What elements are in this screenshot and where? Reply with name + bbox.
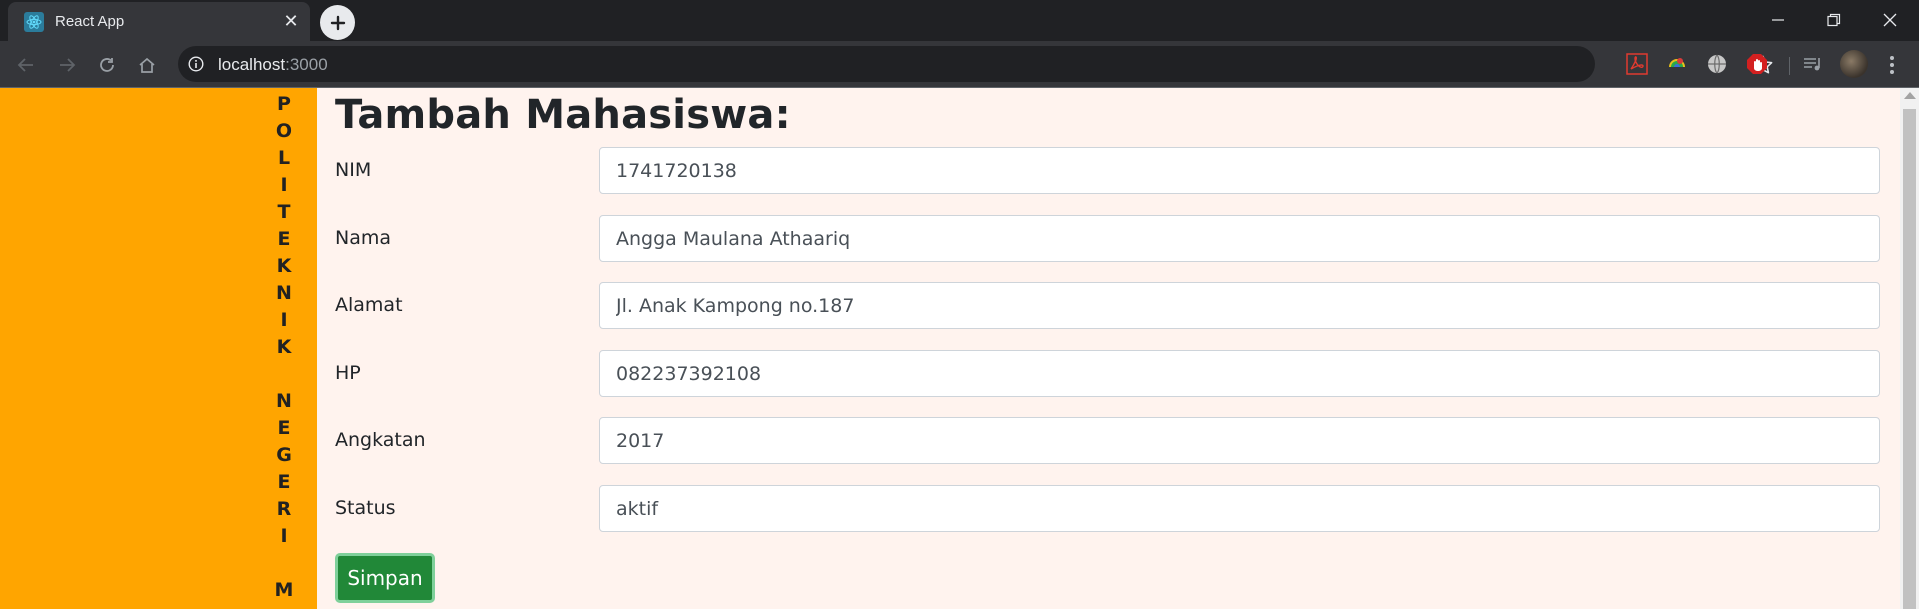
hp-input[interactable] [599, 350, 1880, 397]
sidebar-letter: M [274, 579, 294, 601]
minimize-window-icon[interactable] [1758, 6, 1798, 34]
nim-input[interactable] [599, 147, 1880, 194]
back-arrow-icon[interactable] [13, 52, 39, 78]
url-port: :3000 [285, 55, 328, 74]
toolbar-divider [1789, 57, 1790, 75]
sidebar-letter: K [276, 336, 292, 358]
url-host: localhost [218, 55, 286, 74]
browser-toolbar: localhost:3000 [0, 41, 1919, 88]
adblock-extension-icon[interactable] [1746, 53, 1768, 75]
sidebar-letter: I [280, 309, 288, 331]
browser-tab-strip: React App ✕ [0, 0, 1919, 41]
field-label-hp: HP [335, 362, 361, 384]
more-menu-icon[interactable] [1885, 53, 1899, 77]
browser-tab[interactable]: React App ✕ [8, 2, 310, 41]
new-tab-button[interactable] [320, 5, 355, 40]
home-icon[interactable] [134, 52, 160, 78]
sidebar-letter: P [277, 93, 291, 115]
restore-window-icon[interactable] [1814, 6, 1854, 34]
forward-arrow-icon[interactable] [54, 52, 80, 78]
sidebar-letter: E [277, 417, 291, 439]
info-icon[interactable] [188, 56, 204, 72]
plus-icon [330, 15, 345, 30]
field-label-angkatan: Angkatan [335, 429, 426, 451]
page-title: Tambah Mahasiswa: [335, 92, 791, 138]
sidebar-letter: K [276, 255, 292, 277]
field-label-alamat: Alamat [335, 294, 403, 316]
sidebar-letter: E [277, 471, 291, 493]
page-viewport: P O L I T E K N I K N E G E R I M Tambah… [0, 88, 1919, 609]
sidebar-letter: I [280, 174, 288, 196]
tab-title: React App [55, 13, 125, 30]
simpan-button[interactable]: Simpan [335, 553, 435, 603]
color-picker-extension-icon[interactable] [1666, 53, 1688, 75]
nama-input[interactable] [599, 215, 1880, 262]
form-row-nama: Nama [335, 215, 1880, 262]
scrollbar-thumb[interactable] [1903, 109, 1916, 609]
profile-avatar[interactable] [1840, 50, 1868, 78]
sidebar-letter: O [275, 120, 293, 142]
status-input[interactable] [599, 485, 1880, 532]
address-bar[interactable]: localhost:3000 [178, 46, 1773, 82]
sidebar-letter: N [276, 282, 292, 304]
sidebar-letter: L [277, 147, 291, 169]
globe-extension-icon[interactable] [1706, 53, 1728, 75]
pdf-extension-icon[interactable] [1626, 53, 1648, 75]
vertical-scrollbar[interactable] [1900, 88, 1919, 609]
field-label-nama: Nama [335, 227, 392, 249]
form-row-status: Status [335, 485, 1880, 532]
scroll-up-arrow-icon[interactable] [1904, 92, 1916, 99]
field-label-nim: NIM [335, 159, 372, 181]
url-text: localhost:3000 [218, 55, 328, 75]
sidebar-letter: G [276, 444, 292, 466]
sidebar-letter: R [276, 498, 292, 520]
sidebar-letter: E [277, 228, 291, 250]
close-tab-icon[interactable]: ✕ [280, 10, 302, 32]
form-row-nim: NIM [335, 147, 1880, 194]
form-row-alamat: Alamat [335, 282, 1880, 329]
close-window-icon[interactable] [1870, 6, 1910, 34]
sidebar: P O L I T E K N I K N E G E R I M [0, 88, 317, 609]
alamat-input[interactable] [599, 282, 1880, 329]
angkatan-input[interactable] [599, 417, 1880, 464]
reload-icon[interactable] [94, 52, 120, 78]
form-row-hp: HP [335, 350, 1880, 397]
form-container: Tambah Mahasiswa: NIM Nama Alamat HP Ang… [335, 88, 1880, 609]
sidebar-letter: I [280, 525, 288, 547]
form-row-angkatan: Angkatan [335, 417, 1880, 464]
sidebar-vertical-text: P O L I T E K N I K N E G E R I M [272, 91, 296, 604]
media-controls-icon[interactable] [1802, 53, 1824, 75]
field-label-status: Status [335, 497, 396, 519]
sidebar-letter: N [276, 390, 292, 412]
sidebar-letter: T [277, 201, 291, 223]
react-logo-icon [24, 12, 44, 32]
